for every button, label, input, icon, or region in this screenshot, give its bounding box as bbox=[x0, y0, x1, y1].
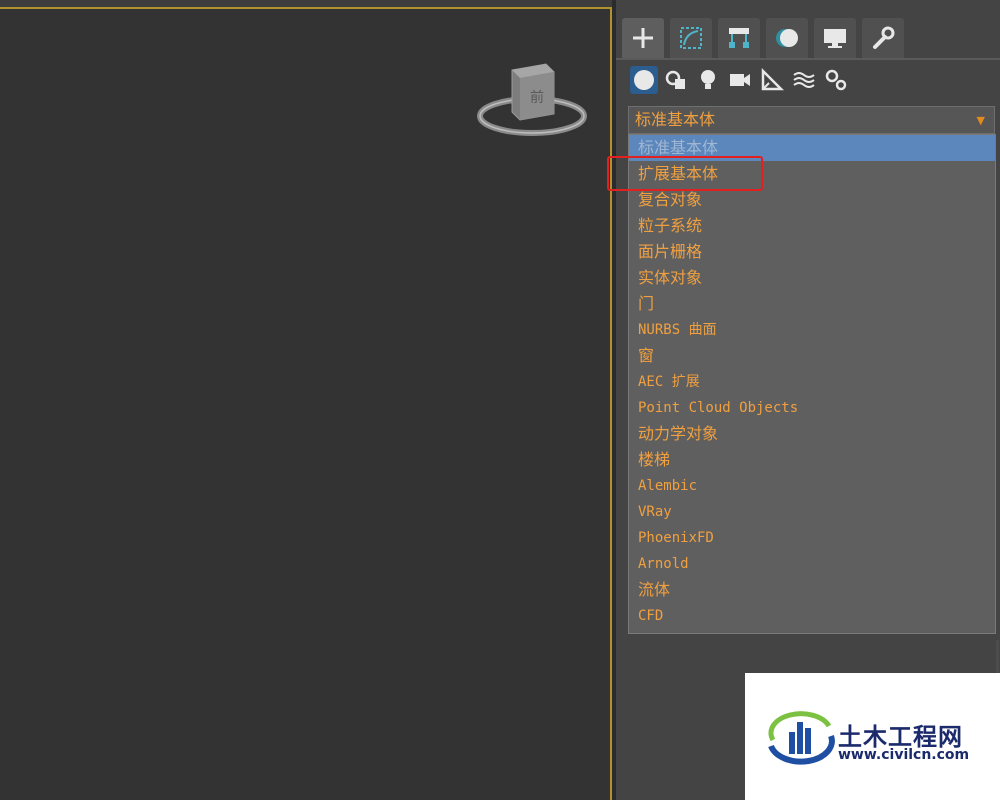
plus-icon bbox=[633, 28, 653, 48]
tab-display[interactable] bbox=[814, 18, 856, 58]
command-panel-tabs bbox=[622, 18, 994, 58]
dropdown-item-body-objects[interactable]: 实体对象 bbox=[629, 265, 995, 291]
dropdown-item-fluids[interactable]: 流体 bbox=[629, 577, 995, 603]
dropdown-item-aec-extended[interactable]: AEC 扩展 bbox=[629, 369, 995, 395]
tab-motion[interactable] bbox=[766, 18, 808, 58]
category-cameras[interactable] bbox=[726, 66, 754, 94]
tab-modify[interactable] bbox=[670, 18, 712, 58]
tab-hierarchy[interactable] bbox=[718, 18, 760, 58]
category-geometry[interactable] bbox=[630, 66, 658, 94]
display-monitor-icon bbox=[824, 29, 846, 48]
geometry-sphere-icon bbox=[634, 70, 654, 90]
annotation-highlight-box bbox=[607, 156, 763, 191]
category-helpers[interactable] bbox=[758, 66, 786, 94]
dropdown-item-cfd[interactable]: CFD bbox=[629, 603, 995, 629]
dropdown-item-alembic[interactable]: Alembic bbox=[629, 473, 995, 499]
modify-curve-icon bbox=[680, 27, 702, 49]
systems-gears-icon bbox=[825, 69, 847, 91]
dropdown-item-dynamics-objects[interactable]: 动力学对象 bbox=[629, 421, 995, 447]
category-space-warps[interactable] bbox=[790, 66, 818, 94]
dropdown-item-particle-systems[interactable]: 粒子系统 bbox=[629, 213, 995, 239]
tab-utilities[interactable] bbox=[862, 18, 904, 58]
camera-icon bbox=[730, 74, 750, 86]
dropdown-item-nurbs-surfaces[interactable]: NURBS 曲面 bbox=[629, 317, 995, 343]
category-shapes[interactable] bbox=[662, 66, 690, 94]
object-type-combo[interactable]: 标准基本体 ▼ bbox=[628, 106, 995, 134]
lights-bulb-icon bbox=[701, 70, 715, 89]
helpers-ruler-icon bbox=[761, 68, 784, 91]
hierarchy-icon bbox=[729, 28, 749, 48]
motion-icon bbox=[776, 29, 798, 47]
viewcube[interactable]: 前 bbox=[472, 58, 592, 148]
civilcn-logo-icon bbox=[768, 711, 835, 765]
watermark-url: www.civilcn.com bbox=[838, 747, 970, 763]
combo-value: 标准基本体 bbox=[635, 110, 716, 129]
dropdown-item-arnold[interactable]: Arnold bbox=[629, 551, 995, 577]
object-type-dropdown-list: 标准基本体 扩展基本体 复合对象 粒子系统 面片栅格 实体对象 门 NURBS … bbox=[628, 134, 996, 634]
tab-create[interactable] bbox=[622, 18, 664, 58]
viewcube-face-label: 前 bbox=[530, 89, 544, 106]
category-lights[interactable] bbox=[694, 66, 722, 94]
dropdown-item-stairs[interactable]: 楼梯 bbox=[629, 447, 995, 473]
dropdown-item-vray[interactable]: VRay bbox=[629, 499, 995, 525]
watermark: 土木工程网 www.civilcn.com bbox=[745, 673, 1000, 800]
dropdown-item-windows[interactable]: 窗 bbox=[629, 343, 995, 369]
chevron-down-icon: ▼ bbox=[976, 114, 985, 127]
dropdown-item-doors[interactable]: 门 bbox=[629, 291, 995, 317]
dropdown-item-phoenixfd[interactable]: PhoenixFD bbox=[629, 525, 995, 551]
wrench-icon bbox=[873, 26, 895, 49]
shapes-icon bbox=[665, 70, 685, 89]
tabs-divider bbox=[616, 58, 1000, 60]
category-systems[interactable] bbox=[822, 66, 850, 94]
dropdown-item-patch-grids[interactable]: 面片栅格 bbox=[629, 239, 995, 265]
space-warps-icon bbox=[793, 72, 815, 88]
dropdown-item-point-cloud-objects[interactable]: Point Cloud Objects bbox=[629, 395, 995, 421]
